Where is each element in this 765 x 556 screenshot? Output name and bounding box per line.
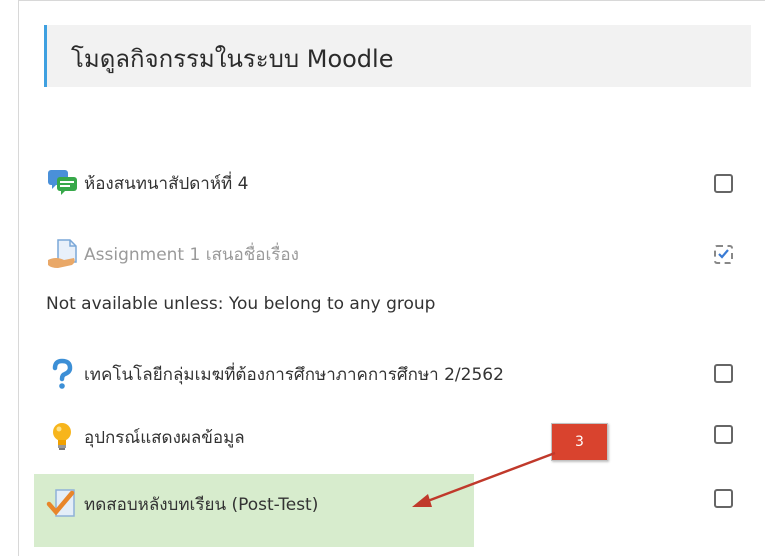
activity-label[interactable]: ทดสอบหลังบทเรียน (Post-Test) xyxy=(84,491,318,518)
completion-checkbox-checked[interactable] xyxy=(714,245,733,264)
activity-chat[interactable]: ห้องสนทนาสัปดาห์ที่ 4 xyxy=(46,166,248,200)
activity-label[interactable]: ห้องสนทนาสัปดาห์ที่ 4 xyxy=(84,170,248,197)
assignment-document-icon xyxy=(46,238,80,270)
activity-label[interactable]: อุปกรณ์แสดงผลข้อมูล xyxy=(84,424,245,451)
activity-assignment[interactable]: Assignment 1 เสนอชื่อเรื่อง xyxy=(46,237,299,271)
annotation-callout: 3 xyxy=(551,423,608,461)
completion-checkbox[interactable] xyxy=(714,489,733,508)
completion-checkbox[interactable] xyxy=(714,364,733,383)
section-header: โมดูลกิจกรรมในระบบ Moodle xyxy=(44,25,751,87)
activity-choice[interactable]: เทคโนโลยีกลุ่มเมฆที่ต้องการศึกษาภาคการศึ… xyxy=(46,357,504,391)
availability-restriction: Not available unless: You belong to any … xyxy=(46,294,436,314)
chat-bubbles-icon xyxy=(46,167,80,199)
section-title: โมดูลกิจกรรมในระบบ Moodle xyxy=(71,45,394,73)
activity-page[interactable]: อุปกรณ์แสดงผลข้อมูล xyxy=(46,420,245,454)
quiz-checkmark-icon xyxy=(46,488,80,520)
lightbulb-icon xyxy=(46,421,80,453)
activity-quiz[interactable]: ทดสอบหลังบทเรียน (Post-Test) xyxy=(46,487,318,521)
activity-label[interactable]: Assignment 1 เสนอชื่อเรื่อง xyxy=(84,241,299,268)
question-mark-icon xyxy=(46,358,80,390)
activity-label[interactable]: เทคโนโลยีกลุ่มเมฆที่ต้องการศึกษาภาคการศึ… xyxy=(84,361,504,388)
completion-checkbox[interactable] xyxy=(714,425,733,444)
completion-checkbox[interactable] xyxy=(714,174,733,193)
